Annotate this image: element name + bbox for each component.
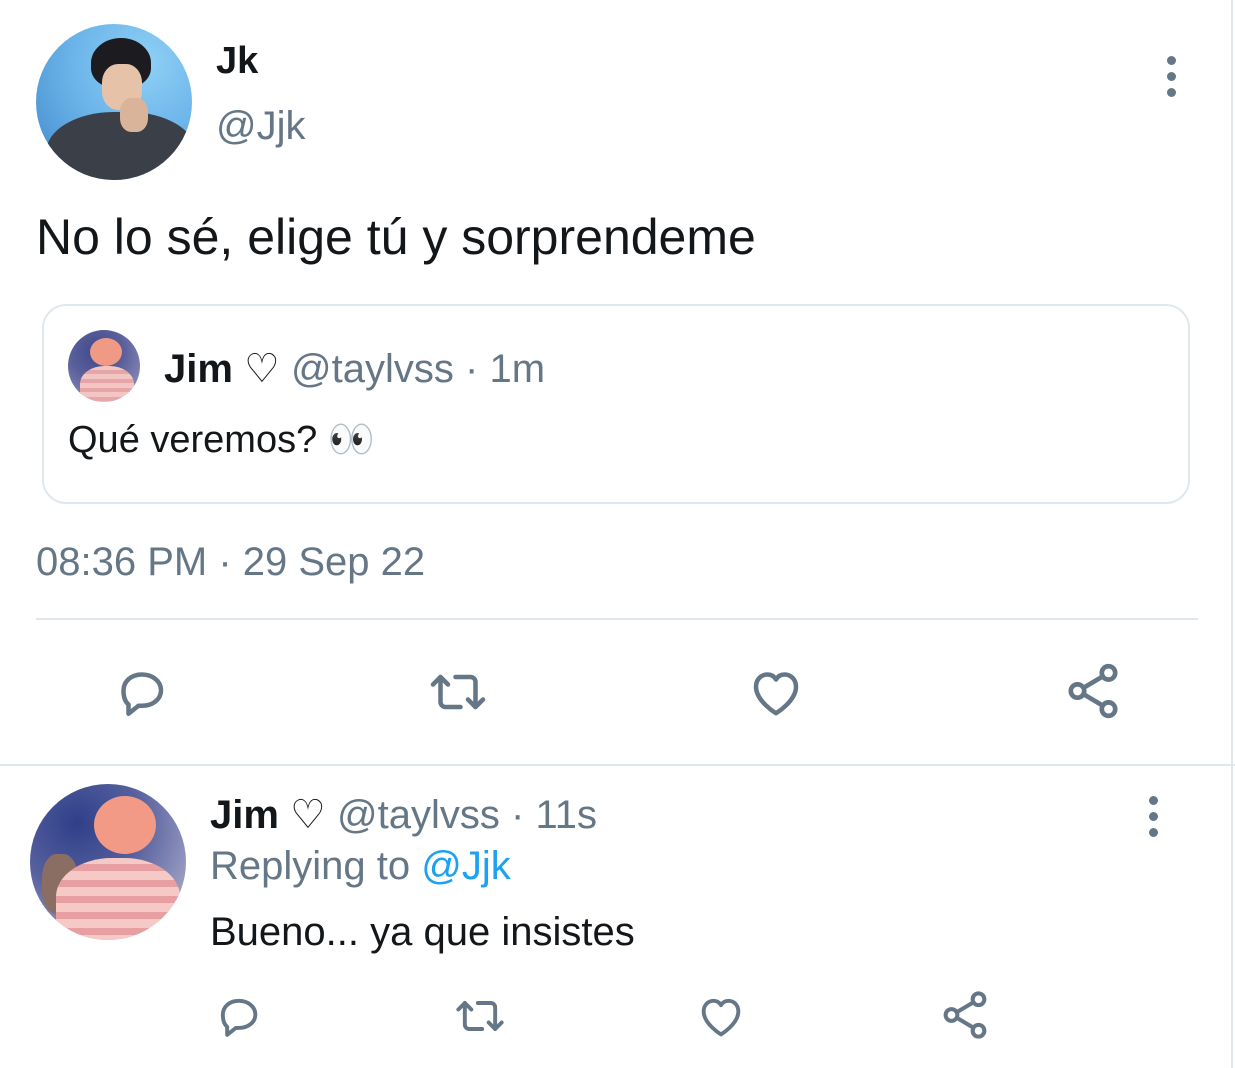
reply-text: Bueno... ya que insistes [210,910,635,954]
tweet-text: No lo sé, elige tú y sorprendeme [36,209,756,265]
quoted-time: · 1m [465,347,546,391]
author-name[interactable]: Jk [216,40,258,83]
reply-time: · 11s [511,793,597,837]
reply-icon[interactable] [212,990,264,1042]
quoted-author-handle: @taylvss [291,347,454,391]
tweet-timestamp: 08:36 PM · 29 Sep 22 [36,540,426,584]
reply-more-options-icon[interactable] [1147,796,1159,837]
retweet-icon[interactable] [424,662,492,722]
author-handle[interactable]: @Jjk [216,104,306,149]
divider [36,618,1198,620]
quoted-text: Qué veremos? 👀 [68,419,376,461]
like-icon[interactable] [695,990,747,1042]
replying-to-label: Replying to [210,844,411,888]
more-options-icon[interactable] [1165,56,1177,97]
reply-author-name[interactable]: Jim ♡ [210,793,326,837]
replying-to-line: Replying to @Jjk [210,844,511,889]
quoted-author-name: Jim ♡ [164,347,280,391]
right-edge-border [1231,0,1233,1068]
quoted-author-avatar [68,330,140,402]
replying-to-handle[interactable]: @Jjk [421,844,511,888]
share-icon[interactable] [1062,660,1124,722]
divider [0,764,1235,766]
quoted-tweet-card[interactable] [42,304,1190,504]
reply-author-handle[interactable]: @taylvss [337,793,500,837]
reply-author-avatar[interactable] [30,784,186,940]
like-icon[interactable] [746,662,806,722]
reply-icon[interactable] [111,662,171,722]
retweet-icon[interactable] [450,990,510,1042]
share-icon[interactable] [938,988,992,1042]
quoted-header: Jim ♡ @taylvss · 1m [164,346,545,392]
reply-header: Jim ♡ @taylvss · 11s [210,792,597,838]
author-avatar[interactable] [36,24,192,180]
